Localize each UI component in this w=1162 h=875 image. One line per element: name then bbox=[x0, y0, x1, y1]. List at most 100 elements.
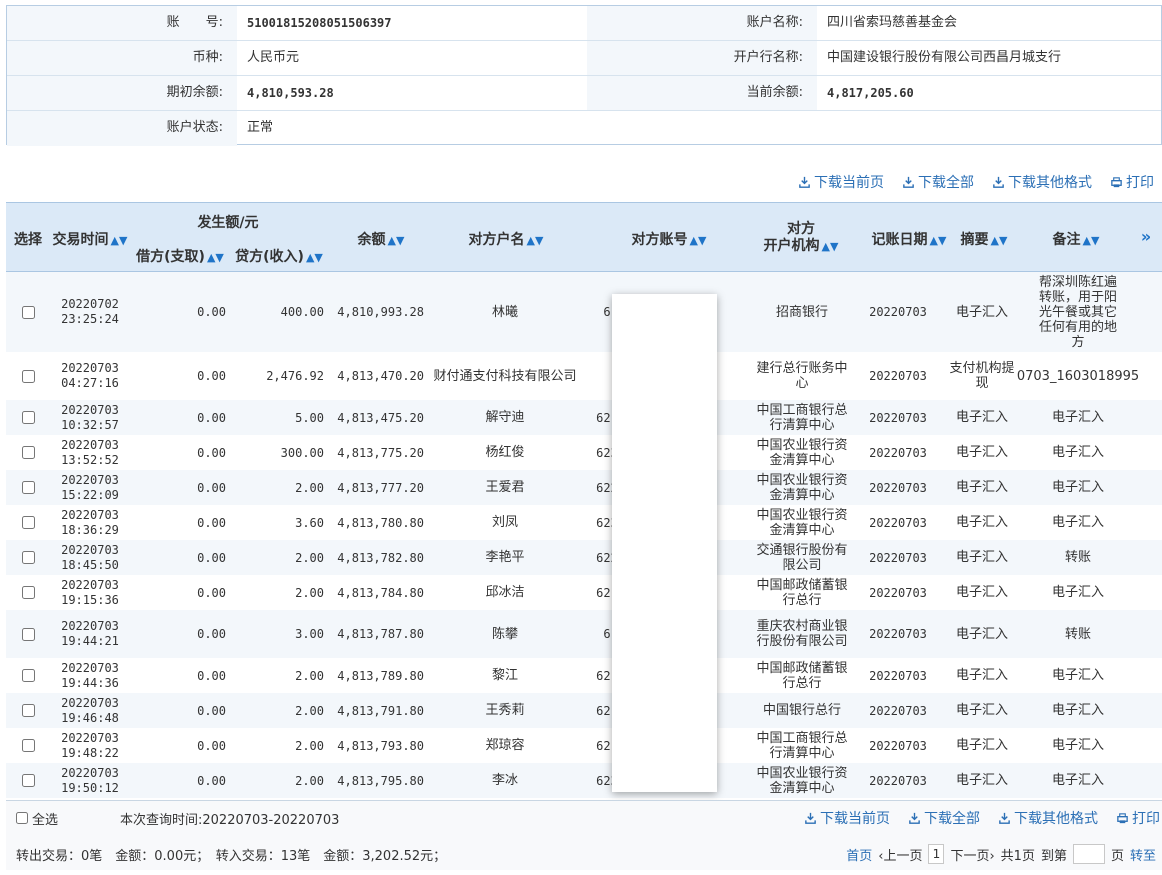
bank-value: 中国建设银行股份有限公司西昌月城支行 bbox=[827, 50, 1062, 65]
cell-balance: 4,813,787.80 bbox=[324, 610, 424, 658]
cell-credit-text: 300.00 bbox=[280, 445, 324, 460]
cell-balance: 4,813,784.80 bbox=[324, 575, 424, 610]
cell-book-date-text: 20220703 bbox=[869, 515, 927, 530]
prev-page-link[interactable]: ‹上一页 bbox=[878, 845, 922, 864]
cell-time: 20220703 04:27:16 bbox=[50, 352, 130, 400]
sort-icon[interactable]: ▲▼ bbox=[930, 234, 947, 247]
cell-book-date-text: 20220703 bbox=[869, 703, 927, 718]
cell-credit: 2,476.92 bbox=[230, 352, 324, 400]
cell-clock: 19:44:36 bbox=[61, 675, 119, 690]
header-payee-name[interactable]: 对方户名 ▲▼ bbox=[436, 229, 576, 249]
header-payee-name-label: 对方户名 bbox=[468, 232, 525, 248]
cell-summary: 电子汇入 bbox=[946, 658, 1018, 693]
row-checkbox[interactable] bbox=[21, 586, 35, 599]
cell-balance: 4,813,782.80 bbox=[324, 540, 424, 575]
row-checkbox[interactable] bbox=[21, 739, 35, 752]
sort-icon[interactable]: ▲▼ bbox=[388, 234, 405, 247]
row-checkbox[interactable] bbox=[21, 411, 35, 424]
cell-credit: 2.00 bbox=[230, 658, 324, 693]
cell-debit: 0.00 bbox=[134, 763, 226, 798]
sort-icon[interactable]: ▲▼ bbox=[527, 234, 544, 247]
cell-debit-text: 0.00 bbox=[197, 480, 226, 495]
cell-payee-bank: 中国农业银行资金清算中心 bbox=[754, 763, 850, 798]
first-page-link[interactable]: 首页 bbox=[846, 845, 872, 864]
row-checkbox[interactable] bbox=[21, 481, 35, 494]
row-checkbox[interactable] bbox=[21, 669, 35, 682]
account-name-label: 账户名称: bbox=[587, 6, 817, 40]
sort-icon[interactable]: ▲▼ bbox=[690, 234, 707, 247]
download-other-link[interactable]: 下载其他格式 bbox=[992, 172, 1092, 192]
currency-label: 币种: bbox=[7, 41, 237, 75]
row-checkbox[interactable] bbox=[21, 551, 35, 564]
cell-date: 20220703 bbox=[61, 402, 119, 417]
print-link[interactable]: 打印 bbox=[1110, 172, 1154, 192]
cell-summary: 电子汇入 bbox=[946, 540, 1018, 575]
cell-payee-name: 王爱君 bbox=[432, 470, 578, 505]
cell-remark-text: 转账 bbox=[1064, 626, 1091, 642]
select-all-checkbox[interactable] bbox=[16, 812, 28, 824]
header-payee-account[interactable]: 对方账号 ▲▼ bbox=[604, 229, 734, 249]
row-checkbox[interactable] bbox=[21, 446, 35, 459]
header-time[interactable]: 交易时间 ▲▼ bbox=[50, 229, 130, 249]
cell-time-text: 20220703 19:48:22 bbox=[61, 731, 119, 761]
download-all-link[interactable]: 下载全部 bbox=[902, 172, 974, 192]
cell-payee-bank: 中国农业银行资金清算中心 bbox=[754, 470, 850, 505]
cell-remark-text: 电子汇入 bbox=[1051, 445, 1104, 460]
header-book-date[interactable]: 记账日期 ▲▼ bbox=[864, 229, 954, 249]
sort-icon[interactable]: ▲▼ bbox=[207, 251, 224, 264]
download-all-link-bottom[interactable]: 下载全部 bbox=[908, 808, 980, 828]
cell-payee-bank-text: 建行总行账务中心 bbox=[756, 361, 848, 391]
bank-label: 开户行名称: bbox=[587, 41, 817, 75]
cell-remark-text: 电子汇入 bbox=[1051, 773, 1104, 788]
row-checkbox[interactable] bbox=[21, 516, 35, 529]
cell-credit-text: 2.00 bbox=[295, 550, 324, 565]
row-checkbox[interactable] bbox=[21, 704, 35, 717]
header-remark[interactable]: 备注 ▲▼ bbox=[1046, 229, 1106, 249]
cell-book-date: 20220703 bbox=[858, 470, 938, 505]
header-debit[interactable]: 借方(支取) ▲▼ bbox=[134, 246, 226, 266]
cell-date: 20220703 bbox=[61, 472, 119, 487]
goto-page-input[interactable] bbox=[1072, 844, 1105, 864]
download-page-link[interactable]: 下载当前页 bbox=[798, 172, 884, 192]
row-checkbox[interactable] bbox=[21, 305, 35, 319]
header-summary[interactable]: 摘要 ▲▼ bbox=[956, 229, 1012, 249]
download-all-label-bottom: 下载全部 bbox=[924, 811, 980, 827]
cell-summary: 电子汇入 bbox=[946, 693, 1018, 728]
sort-icon[interactable]: ▲▼ bbox=[822, 240, 839, 253]
sort-icon[interactable]: ▲▼ bbox=[991, 234, 1008, 247]
scroll-right-icon[interactable]: » bbox=[1134, 227, 1158, 246]
header-payee-account-label: 对方账号 bbox=[631, 232, 688, 248]
cell-time-text: 20220703 19:46:48 bbox=[61, 696, 119, 726]
table-row: 20220703 15:22:09 0.00 2.00 4,813,777.20 王爱君 6… bbox=[6, 470, 1162, 505]
current-page[interactable]: 1 bbox=[928, 844, 945, 864]
table-row: 20220703 19:44:36 0.00 2.00 4,813,789.80 黎江 62… bbox=[6, 658, 1162, 693]
cell-remark: 电子汇入 bbox=[1036, 575, 1120, 610]
cell-credit-text: 400.00 bbox=[280, 305, 324, 319]
table-row: 20220703 19:46:48 0.00 2.00 4,813,791.80 王秀莉 6… bbox=[6, 693, 1162, 728]
header-balance[interactable]: 余额 ▲▼ bbox=[336, 229, 426, 249]
cell-summary-text: 支付机构提现 bbox=[949, 361, 1015, 391]
header-select: 选择 bbox=[14, 232, 42, 248]
row-checkbox[interactable] bbox=[21, 627, 35, 641]
cell-clock: 23:25:24 bbox=[61, 312, 119, 326]
cell-credit: 3.60 bbox=[230, 505, 324, 540]
next-page-link[interactable]: 下一页› bbox=[950, 845, 994, 864]
sort-icon[interactable]: ▲▼ bbox=[1083, 234, 1100, 247]
cell-clock: 04:27:16 bbox=[61, 376, 119, 390]
header-credit[interactable]: 贷方(收入) ▲▼ bbox=[232, 246, 326, 266]
row-checkbox[interactable] bbox=[21, 369, 35, 383]
print-link-bottom[interactable]: 打印 bbox=[1116, 808, 1160, 828]
jump-button[interactable]: 转至 bbox=[1130, 845, 1156, 864]
row-checkbox[interactable] bbox=[21, 774, 35, 787]
cell-book-date-text: 20220703 bbox=[869, 550, 927, 565]
sort-icon[interactable]: ▲▼ bbox=[306, 251, 323, 264]
download-page-link-bottom[interactable]: 下载当前页 bbox=[804, 808, 890, 828]
cell-clock: 15:22:09 bbox=[61, 487, 119, 502]
cell-payee-name-text: 王秀莉 bbox=[485, 703, 525, 718]
cell-time-text: 20220703 19:50:12 bbox=[61, 766, 119, 796]
header-payee-bank[interactable]: 对方 开户机构 ▲▼ bbox=[751, 221, 851, 255]
download-other-link-bottom[interactable]: 下载其他格式 bbox=[998, 808, 1098, 828]
select-all[interactable]: 全选 bbox=[16, 801, 58, 835]
sort-icon[interactable]: ▲▼ bbox=[111, 234, 128, 247]
cell-payee-bank: 中国农业银行资金清算中心 bbox=[754, 435, 850, 470]
